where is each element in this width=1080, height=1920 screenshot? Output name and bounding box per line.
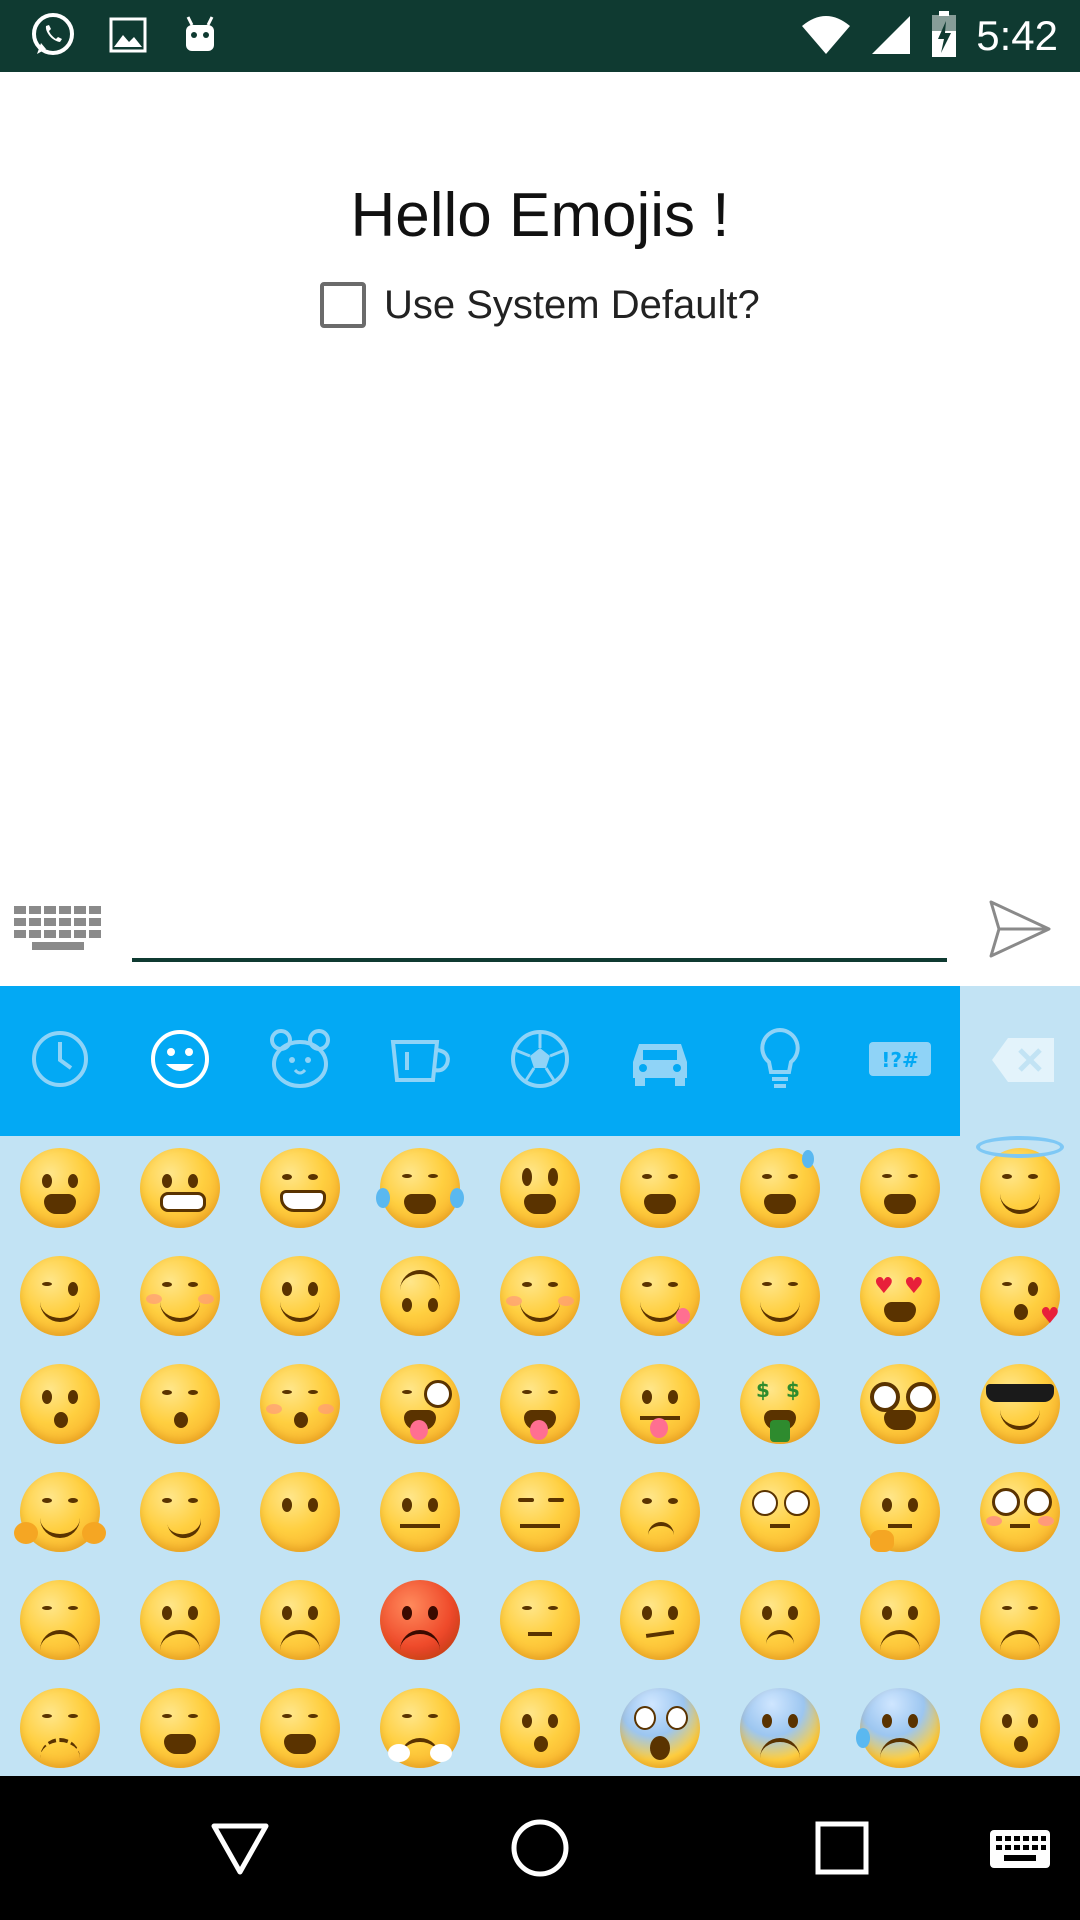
beaming-face-emoji[interactable] [260,1148,340,1228]
upside-down-emoji[interactable] [380,1256,460,1336]
whatsapp-icon [28,10,78,65]
yum-emoji[interactable] [620,1256,700,1336]
triumph-emoji[interactable] [380,1688,460,1768]
image-icon [106,13,150,62]
recents-icon[interactable] [812,1818,872,1878]
grimacing-face-emoji[interactable] [140,1148,220,1228]
angry-emoji[interactable] [260,1580,340,1660]
animal-icon[interactable] [265,1024,335,1094]
neutral-face-emoji[interactable] [380,1472,460,1552]
message-input-row [0,890,1080,986]
svg-text:!?#: !?# [881,1048,918,1072]
send-icon[interactable] [985,894,1055,964]
frowning-emoji[interactable] [860,1580,940,1660]
confounded-emoji[interactable] [20,1688,100,1768]
wifi-icon [800,12,852,61]
kissing-heart-emoji[interactable]: ♥ [980,1256,1060,1336]
checkbox-label: Use System Default? [384,282,760,327]
no-mouth-emoji[interactable] [260,1472,340,1552]
backspace-icon[interactable] [990,1036,1056,1084]
sunglasses-emoji[interactable] [980,1364,1060,1444]
status-time: 5:42 [976,12,1058,59]
kissing-closed-eyes-emoji[interactable] [260,1364,340,1444]
smiley-emoji[interactable] [500,1148,580,1228]
emoji-panel: !?# ♥ ♥ ♥ $ $ [0,986,1080,1776]
cell-signal-icon [870,12,912,61]
slight-smile-emoji[interactable] [260,1256,340,1336]
worried-emoji[interactable] [140,1580,220,1660]
android-icon [178,13,222,62]
eye-roll-emoji[interactable] [740,1472,820,1552]
sports-ball-icon[interactable] [505,1024,575,1094]
lightbulb-icon[interactable] [745,1024,815,1094]
message-input[interactable] [132,900,951,954]
scream-emoji[interactable] [620,1688,700,1768]
disappointed-emoji[interactable] [20,1580,100,1660]
fearful-emoji[interactable] [740,1688,820,1768]
persevere-emoji[interactable] [980,1580,1060,1660]
slight-frown-emoji[interactable] [740,1580,820,1660]
navigation-bar [0,1776,1080,1920]
status-bar: 5:42 [0,0,1080,72]
flushed-emoji[interactable] [980,1472,1060,1552]
tired-face-emoji[interactable] [140,1688,220,1768]
symbols-icon[interactable]: !?# [865,1024,935,1094]
pensive-emoji[interactable] [500,1580,580,1660]
backspace-button[interactable] [960,986,1080,1136]
tongue-emoji[interactable] [620,1364,700,1444]
keyboard-icon[interactable] [988,1818,1052,1878]
battery-icon [930,9,958,64]
input-underline [132,958,947,962]
relieved-emoji[interactable] [740,1256,820,1336]
food-cup-icon[interactable] [385,1024,455,1094]
grinning-face-emoji[interactable] [20,1148,100,1228]
open-mouth-emoji[interactable] [500,1688,580,1768]
smile-emoji[interactable] [620,1148,700,1228]
system-default-checkbox-row[interactable]: Use System Default? [320,282,760,328]
halo-emoji[interactable] [976,1136,1064,1228]
expressionless-emoji[interactable] [500,1472,580,1552]
crazy-tongue-emoji[interactable] [380,1364,460,1444]
recent-icon[interactable] [25,1024,95,1094]
hushed-emoji[interactable] [980,1688,1060,1768]
thinking-emoji[interactable] [860,1472,940,1552]
emoji-category-bar: !?# [0,986,960,1136]
blush-emoji[interactable] [140,1256,220,1336]
unamused-emoji[interactable] [620,1472,700,1552]
hugging-emoji[interactable] [14,1472,106,1552]
emoji-grid: ♥ ♥ ♥ $ $ [0,1136,1080,1776]
page-title: Hello Emojis ! [350,181,730,250]
kissing-smiling-eyes-emoji[interactable] [140,1364,220,1444]
smiley-icon[interactable] [145,1024,215,1094]
sweat-smile-emoji[interactable] [740,1148,820,1228]
pouting-emoji[interactable] [380,1580,460,1660]
tears-of-joy-emoji[interactable] [376,1148,464,1228]
weary-emoji[interactable] [260,1688,340,1768]
keyboard-toggle-icon[interactable] [10,900,110,960]
nerd-emoji[interactable] [860,1364,940,1444]
relaxed-emoji[interactable] [500,1256,580,1336]
system-default-checkbox[interactable] [320,282,366,328]
smirk-emoji[interactable] [140,1472,220,1552]
heart-eyes-emoji[interactable]: ♥ ♥ [860,1256,940,1336]
laughing-emoji[interactable] [860,1148,940,1228]
back-icon[interactable] [210,1818,270,1878]
squinting-tongue-emoji[interactable] [500,1364,580,1444]
home-icon[interactable] [510,1818,570,1878]
wink-emoji[interactable] [20,1256,100,1336]
cold-sweat-emoji[interactable] [856,1688,940,1768]
kissing-emoji[interactable] [20,1364,100,1444]
car-icon[interactable] [625,1024,695,1094]
money-mouth-emoji[interactable]: $ $ [740,1364,820,1444]
confused-emoji[interactable] [620,1580,700,1660]
